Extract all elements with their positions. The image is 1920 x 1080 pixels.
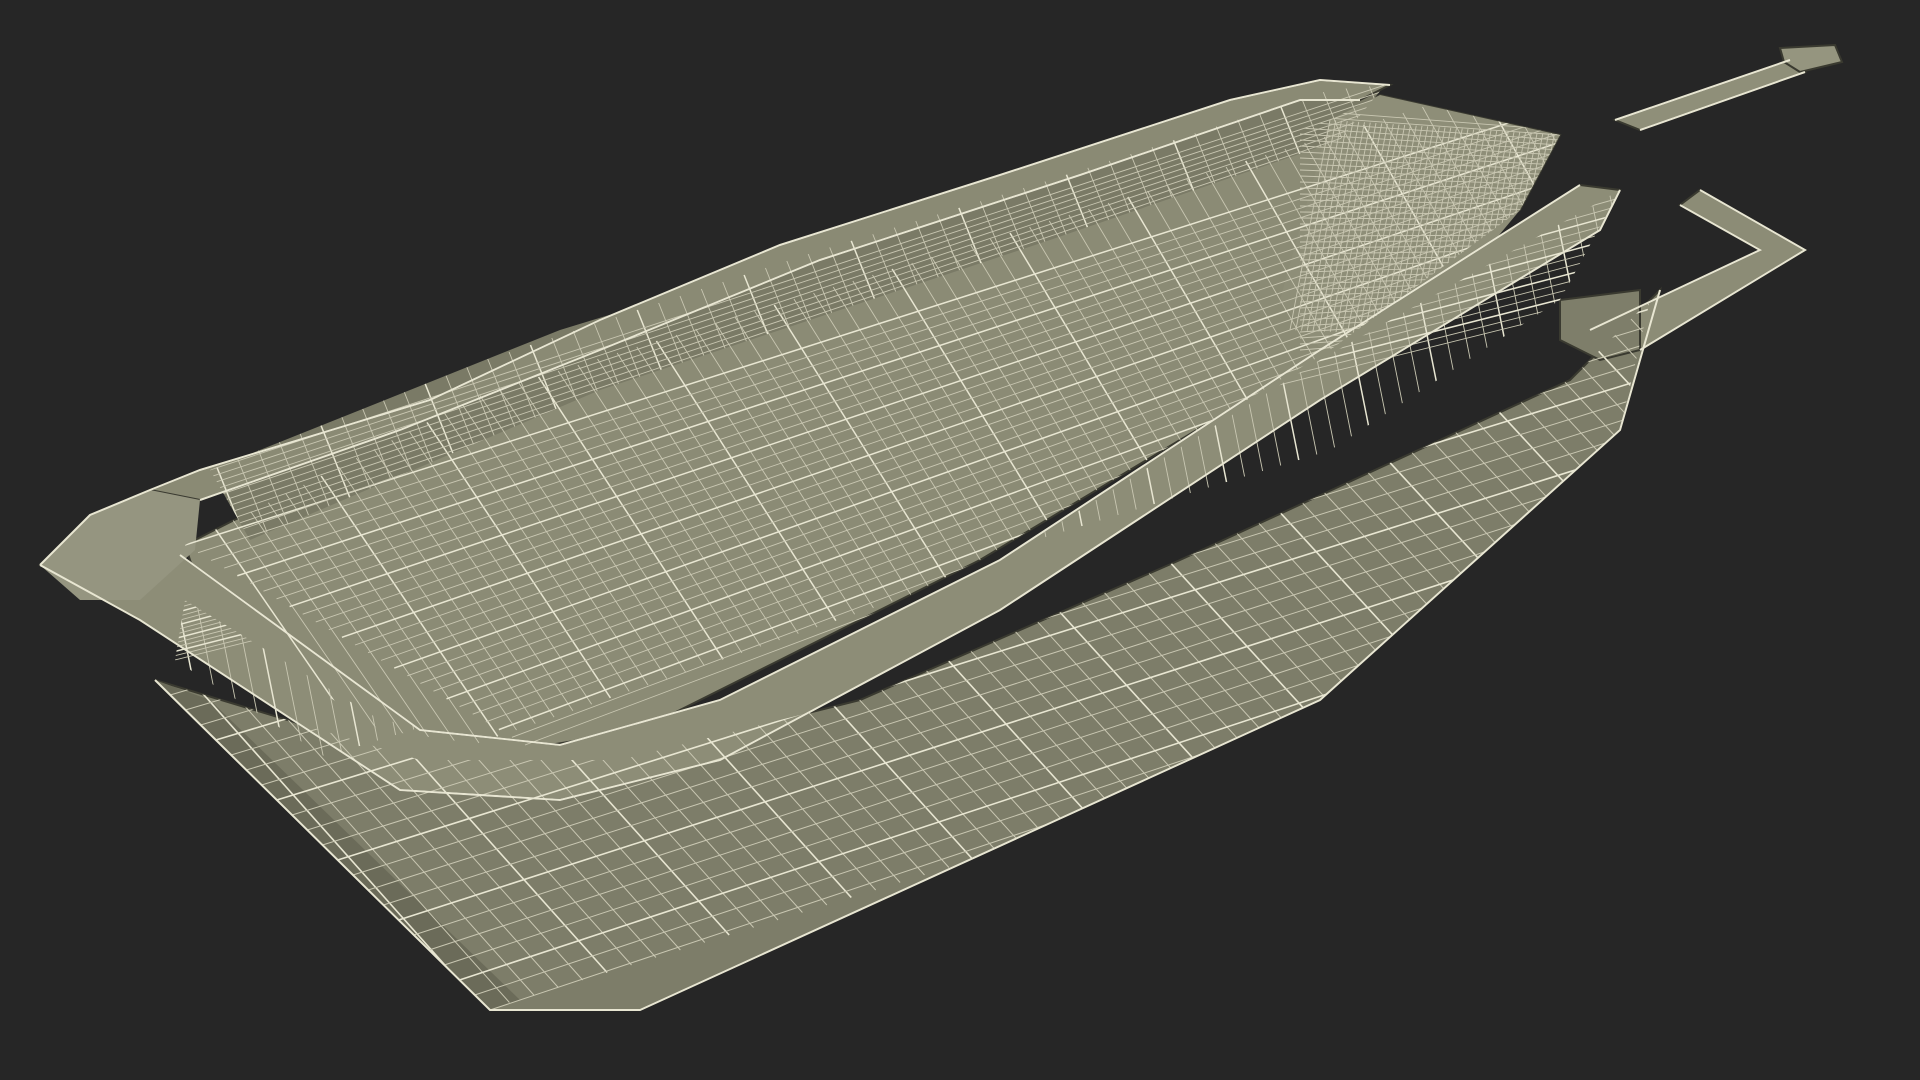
render-viewport: [0, 0, 1920, 1080]
sled-wireframe-render: [0, 0, 1920, 1080]
